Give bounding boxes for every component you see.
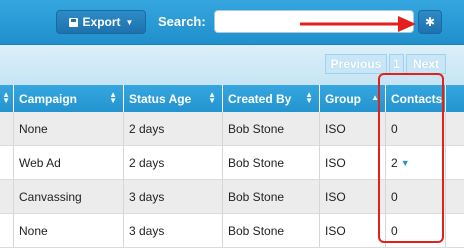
next-page-button[interactable]: Next: [406, 54, 446, 74]
table-row[interactable]: Web Ad 2 days Bob Stone ISO 2 ▼: [0, 146, 464, 180]
red-arrow-annotation: [300, 16, 416, 32]
group-cell: ISO: [320, 214, 386, 247]
status-age-cell: 2 days: [124, 146, 223, 179]
column-header-label: Status Age: [129, 91, 192, 106]
campaign-cell: None: [14, 214, 124, 247]
campaign-cell: Canvassing: [14, 180, 124, 213]
floppy-disk-icon: [68, 17, 78, 27]
group-cell: ISO: [320, 146, 386, 179]
column-header-label: Group: [325, 91, 361, 106]
created-by-cell: Bob Stone: [223, 146, 320, 179]
table-row[interactable]: None 2 days Bob Stone ISO 0: [0, 112, 464, 146]
contacts-cell: 0: [386, 214, 446, 247]
sort-both-icon: ▲ ▼: [109, 90, 117, 105]
column-header-label: Contacts: [391, 91, 443, 106]
column-header-contacts[interactable]: Contacts: [386, 85, 446, 112]
row-first-cell: [0, 146, 14, 179]
column-header-label: Created By: [228, 91, 292, 106]
row-first-cell: [0, 112, 14, 145]
search-label: Search:: [158, 14, 206, 29]
previous-page-button[interactable]: Previous: [325, 54, 387, 74]
column-header-group[interactable]: Group ▲: [320, 85, 386, 112]
campaign-cell: None: [14, 112, 124, 145]
page-1-button[interactable]: 1: [389, 54, 404, 74]
column-header-extra: [446, 85, 464, 112]
column-header-first[interactable]: ▲ ▼: [0, 85, 14, 112]
gear-icon: ✱: [424, 15, 436, 29]
export-button[interactable]: Export ▼: [56, 10, 146, 34]
contacts-cell[interactable]: 2 ▼: [386, 146, 446, 179]
sort-both-icon: ▲ ▼: [208, 90, 216, 105]
column-header-label: Campaign: [19, 91, 78, 106]
status-age-cell: 2 days: [124, 112, 223, 145]
status-age-cell: 3 days: [124, 180, 223, 213]
group-cell: ISO: [320, 180, 386, 213]
table-row[interactable]: None 3 days Bob Stone ISO 0: [0, 214, 464, 248]
campaign-cell: Web Ad: [14, 146, 124, 179]
chevron-down-icon[interactable]: ▼: [401, 158, 410, 168]
pagination-bar: Previous 1 Next: [0, 45, 464, 85]
column-header-campaign[interactable]: Campaign ▲ ▼: [14, 85, 124, 112]
contacts-cell: 0: [386, 180, 446, 213]
sort-ascending-icon: ▲: [371, 93, 379, 102]
table-header: ▲ ▼ Campaign ▲ ▼ Status Age ▲ ▼ Created By …: [0, 85, 464, 112]
status-age-cell: 3 days: [124, 214, 223, 247]
column-header-status-age[interactable]: Status Age ▲ ▼: [124, 85, 223, 112]
created-by-cell: Bob Stone: [223, 112, 320, 145]
settings-button[interactable]: ✱: [418, 10, 442, 34]
created-by-cell: Bob Stone: [223, 180, 320, 213]
created-by-cell: Bob Stone: [223, 214, 320, 247]
table-toolbar: Export ▼ Search: ✱: [0, 0, 464, 45]
chevron-down-icon: ▼: [125, 17, 134, 27]
table-row[interactable]: Canvassing 3 days Bob Stone ISO 0: [0, 180, 464, 214]
row-first-cell: [0, 180, 14, 213]
export-label: Export: [82, 15, 121, 29]
row-first-cell: [0, 214, 14, 247]
column-header-created-by[interactable]: Created By ▲ ▼: [223, 85, 320, 112]
group-cell: ISO: [320, 112, 386, 145]
sort-both-icon: ▲ ▼: [305, 90, 313, 105]
contacts-cell: 0: [386, 112, 446, 145]
contacts-count: 2: [391, 155, 398, 170]
sort-both-icon: ▲ ▼: [2, 90, 10, 105]
